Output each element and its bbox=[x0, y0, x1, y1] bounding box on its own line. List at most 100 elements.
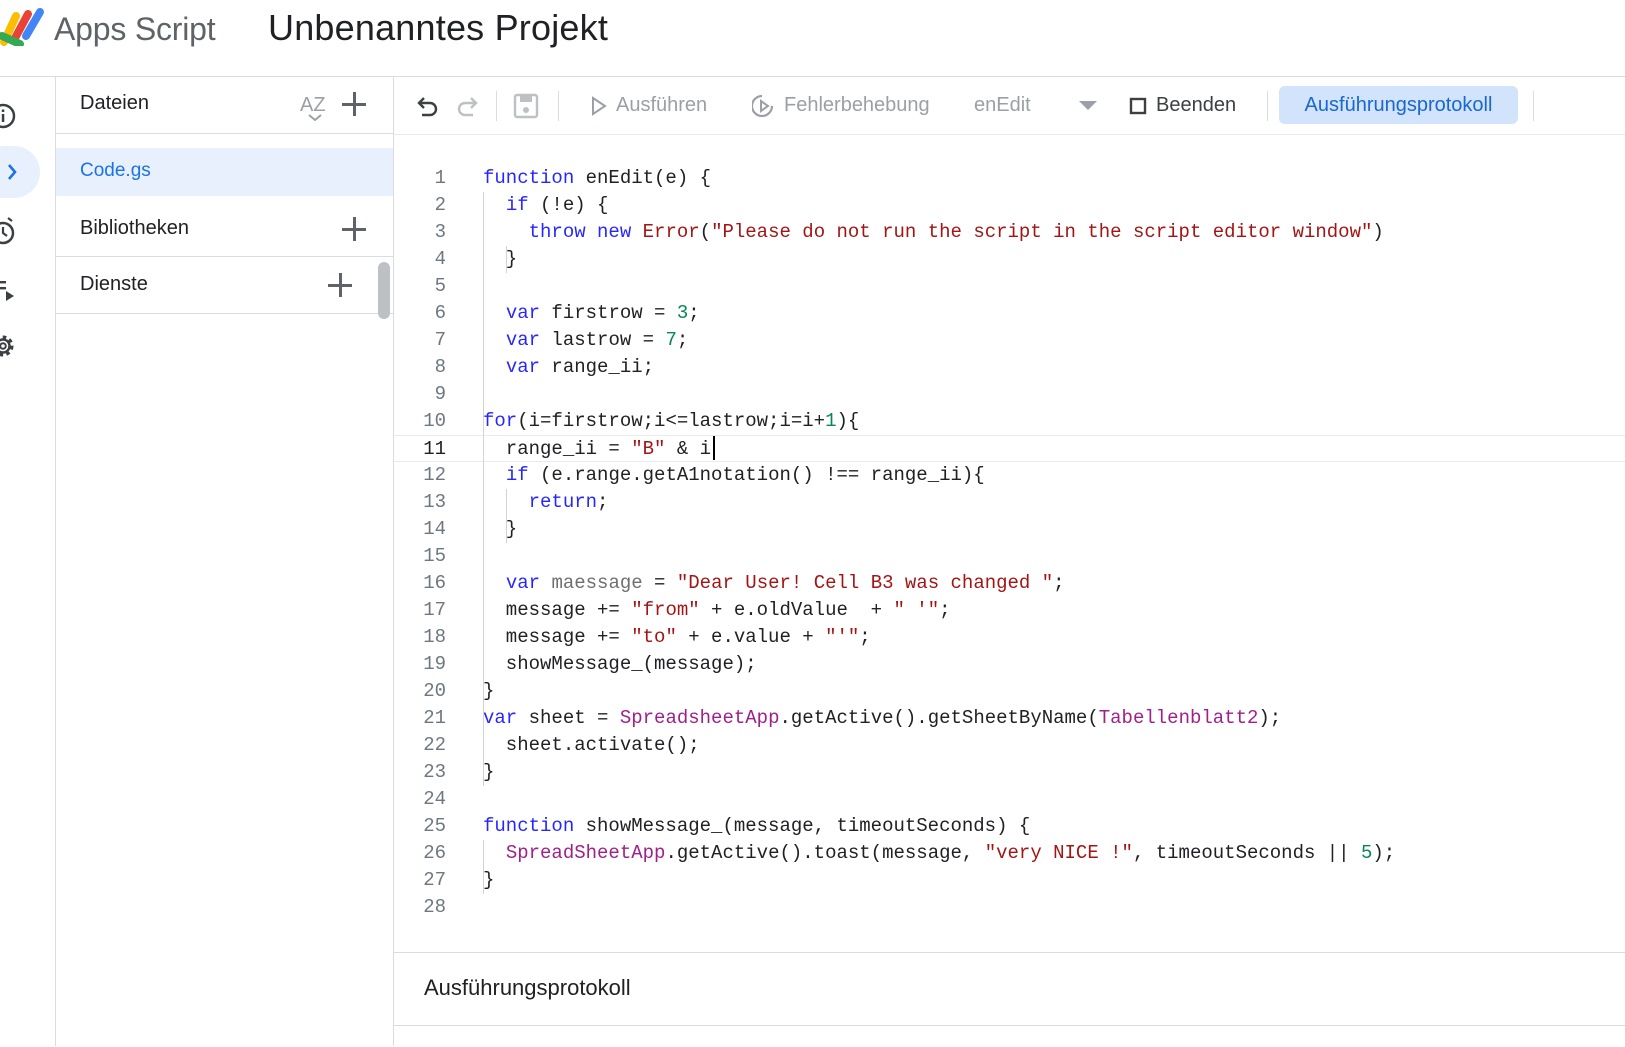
line-number: 5 bbox=[434, 275, 446, 297]
line-number: 10 bbox=[423, 410, 446, 432]
indent-guide bbox=[483, 840, 484, 894]
code-line[interactable]: 5 bbox=[394, 273, 1625, 300]
code-text[interactable]: sheet.activate(); bbox=[483, 732, 700, 759]
line-number: 16 bbox=[423, 572, 446, 594]
files-scrollbar[interactable] bbox=[378, 262, 390, 319]
add-service-icon[interactable] bbox=[326, 271, 354, 299]
code-text[interactable]: } bbox=[483, 678, 494, 705]
code-text[interactable]: } bbox=[483, 516, 517, 543]
code-text[interactable]: } bbox=[483, 867, 494, 894]
apps-script-logo[interactable] bbox=[0, 6, 46, 46]
code-text[interactable]: showMessage_(message); bbox=[483, 651, 757, 678]
function-select-value: enEdit bbox=[974, 94, 1031, 116]
editor-button[interactable] bbox=[0, 146, 40, 198]
code-text[interactable]: function showMessage_(message, timeoutSe… bbox=[483, 813, 1030, 840]
code-text[interactable]: if (e.range.getA1notation() !== range_ii… bbox=[483, 462, 985, 489]
code-line[interactable]: 14 } bbox=[394, 516, 1625, 543]
overview-button[interactable] bbox=[0, 90, 40, 142]
code-text[interactable]: var range_ii; bbox=[483, 354, 654, 381]
code-line[interactable]: 4 } bbox=[394, 246, 1625, 273]
code-line[interactable]: 15 bbox=[394, 543, 1625, 570]
code-line[interactable]: 9 bbox=[394, 381, 1625, 408]
settings-button[interactable] bbox=[0, 320, 40, 372]
panel-divider bbox=[394, 1025, 1625, 1026]
code-line[interactable]: 2 if (!e) { bbox=[394, 192, 1625, 219]
libraries-row: Bibliotheken bbox=[56, 200, 393, 257]
code-text[interactable]: var maessage = "Dear User! Cell B3 was c… bbox=[483, 570, 1065, 597]
save-button[interactable] bbox=[513, 77, 539, 134]
code-line[interactable]: 10 for(i=firstrow;i<=lastrow;i=i+1){ bbox=[394, 408, 1625, 435]
code-line[interactable]: 11 range_ii = "B" & i bbox=[394, 435, 1625, 462]
code-line[interactable]: 24 bbox=[394, 786, 1625, 813]
code-line[interactable]: 13 return; bbox=[394, 489, 1625, 516]
line-number: 9 bbox=[434, 383, 446, 405]
code-text[interactable]: var lastrow = 7; bbox=[483, 327, 688, 354]
project-title[interactable]: Unbenanntes Projekt bbox=[268, 7, 608, 49]
code-text[interactable]: if (!e) { bbox=[483, 192, 609, 219]
redo-button[interactable] bbox=[455, 77, 481, 134]
code-line[interactable]: 7 var lastrow = 7; bbox=[394, 327, 1625, 354]
code-text[interactable]: message += "from" + e.oldValue + " '"; bbox=[483, 597, 951, 624]
code-line[interactable]: 20} bbox=[394, 678, 1625, 705]
add-file-icon[interactable] bbox=[340, 90, 368, 118]
function-select[interactable]: enEdit bbox=[974, 77, 1114, 134]
triggers-button[interactable] bbox=[0, 205, 40, 257]
file-label: Code.gs bbox=[80, 160, 151, 181]
clock-icon bbox=[0, 217, 15, 245]
code-line[interactable]: 25 function showMessage_(message, timeout… bbox=[394, 813, 1625, 840]
code-line[interactable]: 18 message += "to" + e.value + "'"; bbox=[394, 624, 1625, 651]
code-text[interactable]: } bbox=[483, 759, 494, 786]
line-number: 12 bbox=[423, 464, 446, 486]
undo-button[interactable] bbox=[414, 77, 440, 134]
code-line[interactable]: 6 var firstrow = 3; bbox=[394, 300, 1625, 327]
code-text[interactable]: SpreadSheetApp.getActive().toast(message… bbox=[483, 840, 1395, 867]
code-line[interactable]: 22 sheet.activate(); bbox=[394, 732, 1625, 759]
run-button[interactable]: Ausführen bbox=[590, 77, 707, 134]
code-text[interactable]: range_ii = "B" & i bbox=[483, 436, 711, 463]
executions-button[interactable] bbox=[0, 264, 40, 316]
files-header: Dateien AZ bbox=[56, 77, 393, 134]
code-line[interactable]: 28 bbox=[394, 894, 1625, 921]
code-editor[interactable]: 1 function enEdit(e) {2 if (!e) {3 throw … bbox=[394, 135, 1625, 951]
code-text[interactable]: for(i=firstrow;i<=lastrow;i=i+1){ bbox=[483, 408, 859, 435]
line-number: 4 bbox=[434, 248, 446, 270]
indent-guide bbox=[483, 435, 484, 705]
line-number: 15 bbox=[423, 545, 446, 567]
sort-files-button[interactable]: AZ bbox=[300, 89, 332, 123]
line-number: 23 bbox=[423, 761, 446, 783]
stop-button[interactable]: Beenden bbox=[1129, 77, 1236, 134]
chevron-down-icon bbox=[1079, 101, 1097, 110]
code-line[interactable]: 12 if (e.range.getA1notation() !== range… bbox=[394, 462, 1625, 489]
code-line[interactable]: 26 SpreadSheetApp.getActive().toast(mess… bbox=[394, 840, 1625, 867]
code-text[interactable]: return; bbox=[483, 489, 609, 516]
add-library-icon[interactable] bbox=[340, 215, 368, 243]
debug-label: Fehlerbehebung bbox=[784, 94, 930, 116]
code-line[interactable]: 27} bbox=[394, 867, 1625, 894]
code-line[interactable]: 8 var range_ii; bbox=[394, 354, 1625, 381]
code-text[interactable]: function enEdit(e) { bbox=[483, 165, 711, 192]
code-text[interactable]: var sheet = SpreadsheetApp.getActive().g… bbox=[483, 705, 1281, 732]
code-line[interactable]: 17 message += "from" + e.oldValue + " '"… bbox=[394, 597, 1625, 624]
file-item-code-gs[interactable]: Code.gs bbox=[56, 148, 393, 196]
execution-log-button[interactable]: Ausführungsprotokoll bbox=[1279, 86, 1518, 124]
line-number: 2 bbox=[434, 194, 446, 216]
executions-icon bbox=[0, 281, 14, 301]
files-label: Dateien bbox=[80, 92, 149, 114]
code-text[interactable]: message += "to" + e.value + "'"; bbox=[483, 624, 871, 651]
debug-button[interactable]: Fehlerbehebung bbox=[752, 77, 930, 134]
code-line[interactable]: 16 var maessage = "Dear User! Cell B3 wa… bbox=[394, 570, 1625, 597]
files-panel: Dateien AZ Code.gs Bibliotheken Dienste bbox=[56, 77, 394, 1046]
code-text[interactable]: throw new Error("Please do not run the s… bbox=[483, 219, 1384, 246]
code-line[interactable]: 1 function enEdit(e) { bbox=[394, 165, 1625, 192]
sort-az-icon: AZ bbox=[300, 94, 326, 122]
line-number: 21 bbox=[423, 707, 446, 729]
toolbar-divider bbox=[1533, 91, 1534, 121]
code-text[interactable]: var firstrow = 3; bbox=[483, 300, 700, 327]
code-line[interactable]: 23} bbox=[394, 759, 1625, 786]
libraries-label: Bibliotheken bbox=[80, 217, 189, 239]
code-line[interactable]: 19 showMessage_(message); bbox=[394, 651, 1625, 678]
code-line[interactable]: 21 var sheet = SpreadsheetApp.getActive()… bbox=[394, 705, 1625, 732]
code-text[interactable]: } bbox=[483, 246, 517, 273]
code-line[interactable]: 3 throw new Error("Please do not run the… bbox=[394, 219, 1625, 246]
line-number: 8 bbox=[434, 356, 446, 378]
